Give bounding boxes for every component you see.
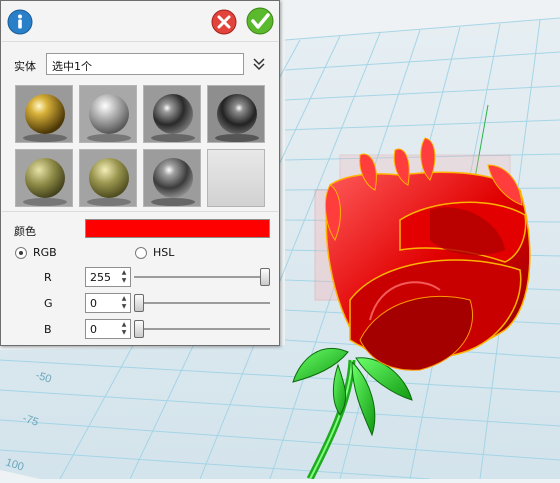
expand-button[interactable] (248, 53, 270, 75)
material-panel: 实体 选中1个 颜色 RGB HSL R 255 ▲ ▼ G 0 ▲ ▼ B 0… (0, 0, 280, 346)
r-label: R (44, 271, 52, 284)
material-swatch-empty[interactable] (207, 149, 265, 207)
spin-arrows-icon[interactable]: ▲ ▼ (119, 295, 129, 311)
cancel-button[interactable] (211, 9, 237, 35)
g-value: 0 (90, 297, 97, 310)
material-swatch-olive-matte[interactable] (15, 149, 73, 207)
hsl-label: HSL (153, 246, 175, 259)
divider (2, 41, 278, 42)
b-value: 0 (90, 323, 97, 336)
r-spinbox[interactable]: 255 ▲ ▼ (85, 267, 131, 287)
rgb-label: RGB (33, 246, 57, 259)
hsl-radio[interactable] (135, 247, 147, 259)
spin-arrows-icon[interactable]: ▲ ▼ (119, 269, 129, 285)
entity-select[interactable]: 选中1个 (46, 53, 244, 75)
g-label: G (44, 297, 53, 310)
r-slider-thumb[interactable] (260, 268, 270, 286)
rgb-radio[interactable] (15, 247, 27, 259)
r-value: 255 (90, 271, 111, 284)
spin-arrows-icon[interactable]: ▲ ▼ (119, 321, 129, 337)
check-icon (246, 7, 274, 35)
entity-label: 实体 (14, 60, 36, 73)
color-preview[interactable] (85, 219, 270, 238)
material-swatch-dark-chrome-2[interactable] (207, 85, 265, 143)
material-swatch-dark-chrome[interactable] (143, 85, 201, 143)
panel-titlebar (1, 1, 279, 41)
ok-button[interactable] (246, 7, 274, 35)
material-swatch-silver[interactable] (79, 85, 137, 143)
r-slider[interactable] (134, 267, 270, 287)
g-slider[interactable] (134, 293, 270, 313)
divider (2, 211, 278, 212)
chevron-down-icon (253, 58, 265, 71)
g-spinbox[interactable]: 0 ▲ ▼ (85, 293, 131, 313)
color-label: 颜色 (14, 225, 36, 238)
material-swatch-gray-chrome[interactable] (143, 149, 201, 207)
material-swatch-olive-satin[interactable] (79, 149, 137, 207)
b-slider-thumb[interactable] (134, 320, 144, 338)
material-swatch-gold[interactable] (15, 85, 73, 143)
close-icon (211, 9, 237, 35)
b-slider[interactable] (134, 319, 270, 339)
entity-value: 选中1个 (52, 60, 92, 73)
g-slider-thumb[interactable] (134, 294, 144, 312)
b-spinbox[interactable]: 0 ▲ ▼ (85, 319, 131, 339)
info-icon[interactable] (7, 9, 33, 35)
b-label: B (44, 323, 52, 336)
